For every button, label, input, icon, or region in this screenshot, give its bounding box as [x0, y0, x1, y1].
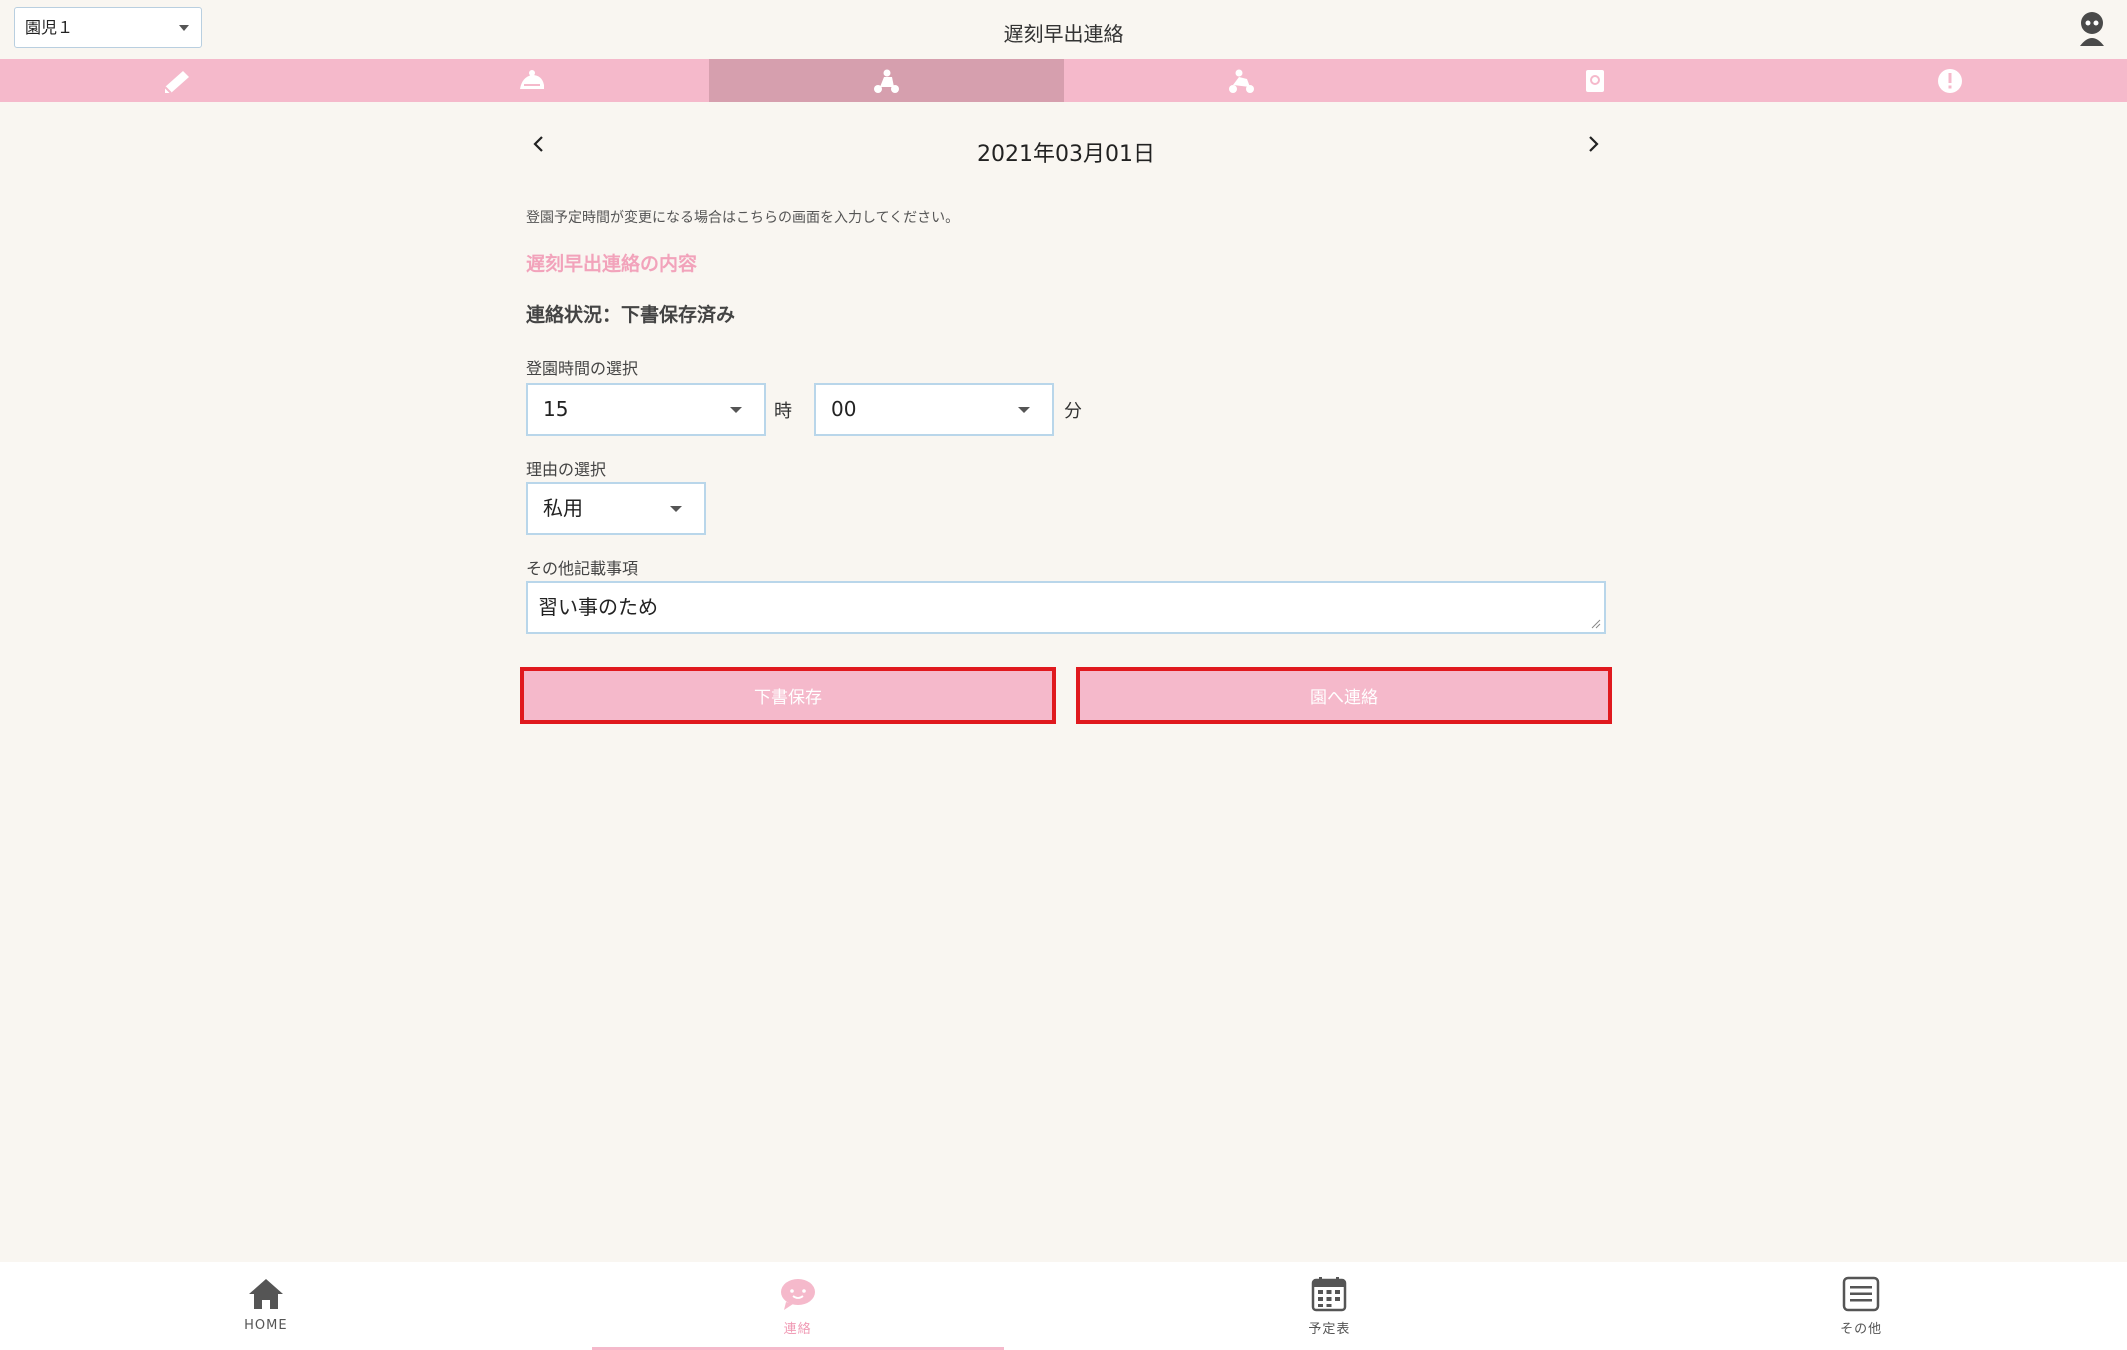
bottom-nav: HOME 連絡 予定表 その他 — [0, 1262, 2127, 1350]
bottom-nav-other[interactable]: その他 — [1595, 1262, 2127, 1350]
time-label: 登園時間の選択 — [526, 359, 639, 378]
home-icon — [248, 1279, 283, 1309]
minute-unit: 分 — [1064, 400, 1082, 422]
tab-late-early[interactable] — [709, 59, 1064, 102]
calendar-icon — [1312, 1277, 1347, 1312]
minute-select[interactable]: 00 — [814, 383, 1054, 436]
chevron-down-icon — [670, 506, 682, 512]
other-textarea[interactable]: 習い事のため — [526, 581, 1606, 634]
bottom-nav-label: HOME — [244, 1318, 288, 1333]
chat-face-icon — [780, 1279, 815, 1310]
other-value: 習い事のため — [538, 595, 658, 619]
hour-value: 15 — [543, 397, 569, 421]
cup-icon — [1586, 69, 1605, 92]
menu-icon — [1842, 1276, 1880, 1312]
chevron-down-icon — [730, 407, 742, 413]
pencil-icon — [164, 70, 190, 94]
send-to-school-button[interactable]: 園へ連絡 — [1076, 667, 1612, 724]
next-date-button[interactable] — [1582, 130, 1606, 158]
reason-value: 私用 — [543, 496, 583, 520]
other-label: その他記載事項 — [526, 559, 639, 578]
main-content: 2021年03月01日 登園予定時間が変更になる場合はこちらの画面を入力してくだ… — [520, 102, 1612, 724]
hour-unit: 時 — [774, 400, 792, 422]
minute-value: 00 — [831, 397, 857, 421]
date-navigator: 2021年03月01日 — [526, 102, 1606, 197]
tab-alert[interactable] — [1773, 59, 2127, 102]
reason-row: 私用 — [526, 482, 1606, 535]
category-tab-bar — [0, 59, 2127, 102]
save-draft-button[interactable]: 下書保存 — [520, 667, 1056, 724]
action-buttons: 下書保存 園へ連絡 — [520, 667, 1612, 724]
bottom-nav-label: 予定表 — [1308, 1322, 1351, 1337]
section-title: 遅刻早出連絡の内容 — [526, 253, 698, 275]
reason-select[interactable]: 私用 — [526, 482, 706, 535]
bottom-nav-schedule[interactable]: 予定表 — [1064, 1262, 1596, 1350]
bottom-nav-label: その他 — [1840, 1322, 1883, 1337]
reason-label: 理由の選択 — [526, 460, 607, 479]
bottom-nav-home[interactable]: HOME — [0, 1262, 532, 1350]
time-row: 15 時 00 分 — [526, 383, 1606, 436]
app-header: 園児１ 遅刻早出連絡 — [0, 0, 2127, 59]
tab-note[interactable] — [0, 59, 355, 102]
bottom-nav-label: 連絡 — [783, 1322, 812, 1337]
thermometer-icon — [519, 69, 544, 89]
tricycle-icon — [874, 69, 900, 93]
notice-text: 登園予定時間が変更になる場合はこちらの画面を入力してください。 — [526, 210, 960, 226]
current-date: 2021年03月01日 — [977, 142, 1155, 167]
chevron-right-icon — [1589, 136, 1599, 152]
bottom-nav-contact[interactable]: 連絡 — [532, 1262, 1064, 1350]
chevron-down-icon — [1018, 407, 1030, 413]
page-title: 遅刻早出連絡 — [1003, 22, 1124, 46]
resize-grip-icon[interactable] — [1589, 617, 1601, 629]
exclamation-icon — [1937, 68, 1962, 93]
tab-meal[interactable] — [1418, 59, 1773, 102]
tab-pickup[interactable] — [1064, 59, 1419, 102]
hour-select[interactable]: 15 — [526, 383, 766, 436]
avatar-icon[interactable] — [2075, 10, 2109, 46]
status-text: 連絡状況：下書保存済み — [526, 304, 736, 326]
tricycle-alt-icon — [1228, 69, 1254, 93]
tab-health[interactable] — [355, 59, 710, 102]
